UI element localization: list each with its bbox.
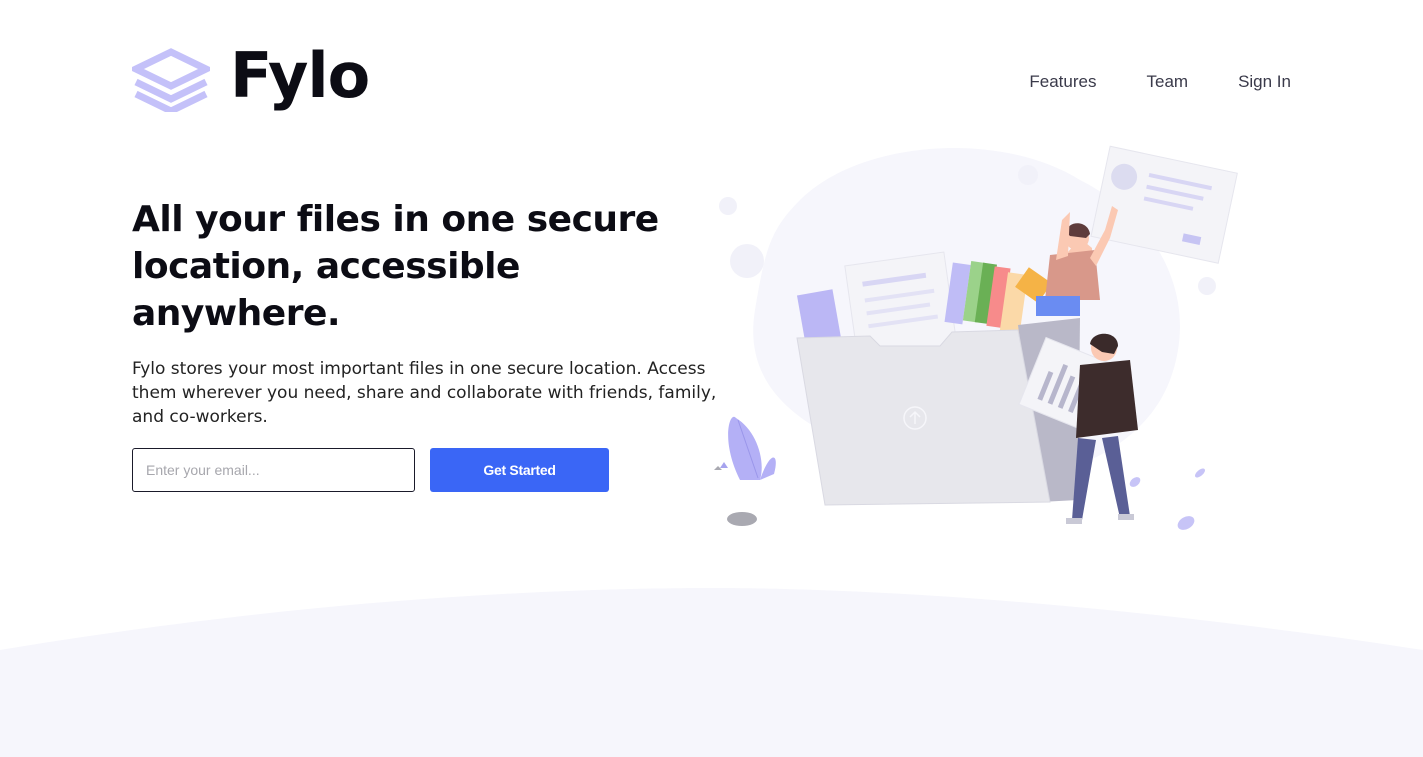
nav-link-sign-in[interactable]: Sign In xyxy=(1238,72,1291,92)
layers-logo-icon xyxy=(132,48,210,112)
site-header: Fylo Features Team Sign In xyxy=(0,0,1423,150)
hero-title: All your files in one secure location, a… xyxy=(132,199,659,334)
hero-illustration xyxy=(714,145,1238,530)
hero-description: Fylo stores your most important files in… xyxy=(132,359,717,427)
nav-link-team[interactable]: Team xyxy=(1146,72,1188,92)
nav-link-features[interactable]: Features xyxy=(1029,72,1096,92)
logo-text: Fylo xyxy=(230,39,370,112)
email-input[interactable] xyxy=(132,448,415,492)
wave-divider xyxy=(0,588,1423,757)
main-nav: Features Team Sign In xyxy=(1029,72,1291,92)
get-started-button[interactable]: Get Started xyxy=(430,448,609,492)
logo[interactable]: Fylo xyxy=(132,39,370,112)
